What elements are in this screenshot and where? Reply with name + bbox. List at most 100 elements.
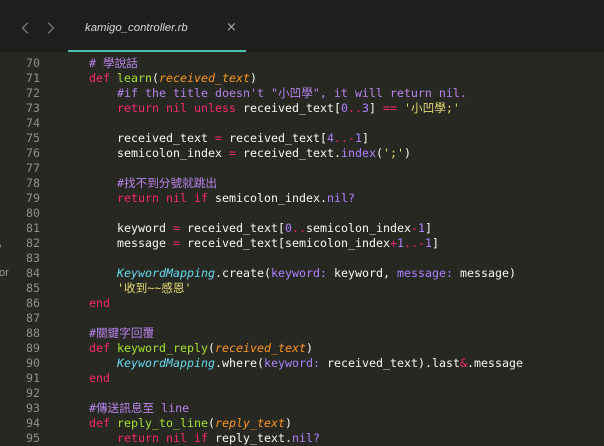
constant-token: KeywordMapping — [117, 266, 215, 280]
tab-kamigo-controller[interactable]: kamigo_controller.rb × — [68, 0, 246, 52]
line-number: 76 — [26, 146, 40, 160]
line-number: 71 — [26, 71, 40, 85]
code-line[interactable]: semicolon_index = received_text.index(';… — [61, 146, 604, 161]
code-line[interactable]: def keyword_reply(received_text) — [61, 341, 604, 356]
code-line[interactable] — [61, 251, 604, 266]
code-line[interactable]: received_text = received_text[4..-1] — [61, 131, 604, 146]
plain-token: ] — [431, 236, 439, 250]
operator-token: = — [172, 236, 180, 250]
code-line[interactable]: keyword = received_text[0..semicolon_ind… — [61, 221, 604, 236]
plain-token: received_text[ — [179, 221, 285, 235]
line-number: 86 — [26, 296, 40, 310]
comment-token: #傳送訊息至 line — [89, 401, 190, 415]
code-line[interactable]: def learn(received_text) — [61, 71, 604, 86]
code-line[interactable]: # 學說話 — [61, 56, 604, 71]
plain-token: ) — [403, 146, 411, 160]
method-token: nil? — [292, 431, 320, 445]
plain-token: ( — [375, 146, 383, 160]
comment-token: #if the title doesn't "小凹學", it will ret… — [117, 86, 467, 100]
plain-token: .message — [466, 356, 523, 370]
plain-token: received_text[ — [235, 101, 341, 115]
line-number: 93 — [26, 401, 40, 415]
plain-token: received_text — [61, 131, 215, 145]
code-line[interactable]: #傳送訊息至 line — [61, 401, 604, 416]
code-line[interactable] — [61, 116, 604, 131]
code-line[interactable]: end — [61, 371, 604, 386]
line-number: 92 — [26, 386, 40, 400]
line-number: 89 — [26, 341, 40, 355]
plain-token: ) — [285, 416, 292, 430]
plain-token: semicolon_index. — [208, 191, 327, 205]
line-number: 91 — [26, 371, 40, 385]
line-number: 79 — [26, 191, 40, 205]
line-number: 74 — [26, 116, 40, 130]
code-text-area[interactable]: # 學說話 def learn(received_text) #if the t… — [61, 56, 604, 446]
comment-token: #關鍵字回覆 — [89, 326, 155, 340]
plain-token: message) — [452, 266, 516, 280]
string-token: ';' — [382, 146, 404, 160]
code-line[interactable]: return nil unless received_text[0..3] ==… — [61, 101, 604, 116]
code-line[interactable] — [61, 386, 604, 401]
plain-token: reply_text. — [208, 431, 292, 445]
chevron-left-icon[interactable] — [17, 20, 33, 36]
code-line[interactable]: #關鍵字回覆 — [61, 326, 604, 341]
code-editor[interactable]: , or 70717273747576777879808182838485868… — [0, 52, 604, 446]
code-line[interactable]: KeywordMapping.where(keyword: received_t… — [61, 356, 604, 371]
keyword-token: end — [89, 371, 110, 385]
plain-token: received_text. — [235, 146, 341, 160]
plain-token: received_text[ — [221, 131, 327, 145]
plain-token: ) — [306, 341, 313, 355]
code-line[interactable]: #找不到分號就跳出 — [61, 176, 604, 191]
line-number: 87 — [26, 311, 40, 325]
parameter-token: reply_text — [215, 416, 285, 430]
line-number: 72 — [26, 86, 40, 100]
code-line[interactable]: #if the title doesn't "小凹學", it will ret… — [61, 86, 604, 101]
line-number: 78 — [26, 176, 40, 190]
code-line[interactable]: message = received_text[semicolon_index+… — [61, 236, 604, 251]
chevron-right-icon[interactable] — [43, 20, 59, 36]
operator-token: - — [410, 221, 418, 235]
line-number: 85 — [26, 281, 40, 295]
code-line[interactable] — [61, 311, 604, 326]
close-icon[interactable]: × — [226, 21, 237, 35]
code-line[interactable]: '收到~~感恩' — [61, 281, 604, 296]
code-line[interactable] — [61, 161, 604, 176]
line-number: 95 — [26, 431, 40, 445]
line-number: 80 — [26, 206, 40, 220]
symbol-token: keyword: — [263, 356, 320, 370]
keyword-token: return nil if — [117, 191, 208, 205]
keyword-token: def — [89, 71, 110, 85]
plain-token: ] — [424, 221, 432, 235]
number-token: 1 — [417, 221, 425, 235]
line-number: 90 — [26, 356, 40, 370]
code-line[interactable] — [61, 206, 604, 221]
code-line[interactable]: return nil if reply_text.nil? — [61, 431, 604, 446]
method-token: nil? — [326, 191, 355, 205]
code-line[interactable]: end — [61, 296, 604, 311]
tab-bar: kamigo_controller.rb × — [0, 0, 604, 52]
function-token: keyword_reply — [117, 341, 208, 355]
operator-token: == — [382, 101, 397, 115]
plain-token: ] — [361, 131, 369, 145]
line-number: 73 — [26, 101, 40, 115]
keyword-token: def — [89, 341, 110, 355]
operator-token: .. — [291, 221, 306, 235]
string-token: '收到~~感恩' — [117, 281, 192, 295]
line-number: 81 — [26, 221, 40, 235]
operator-token: .. — [347, 101, 362, 115]
number-token: 1 — [354, 131, 362, 145]
code-line[interactable]: return nil if semicolon_index.nil? — [61, 191, 604, 206]
number-token: 1 — [424, 236, 432, 250]
code-line[interactable]: KeywordMapping.create(keyword: keyword, … — [61, 266, 604, 281]
comment-token: #找不到分號就跳出 — [117, 176, 217, 190]
plain-token: received_text).last — [319, 356, 460, 370]
parameter-token: received_text — [215, 341, 306, 355]
plain-token: ( — [208, 416, 215, 430]
code-line[interactable]: def reply_to_line(reply_text) — [61, 416, 604, 431]
plain-token: ( — [208, 341, 215, 355]
